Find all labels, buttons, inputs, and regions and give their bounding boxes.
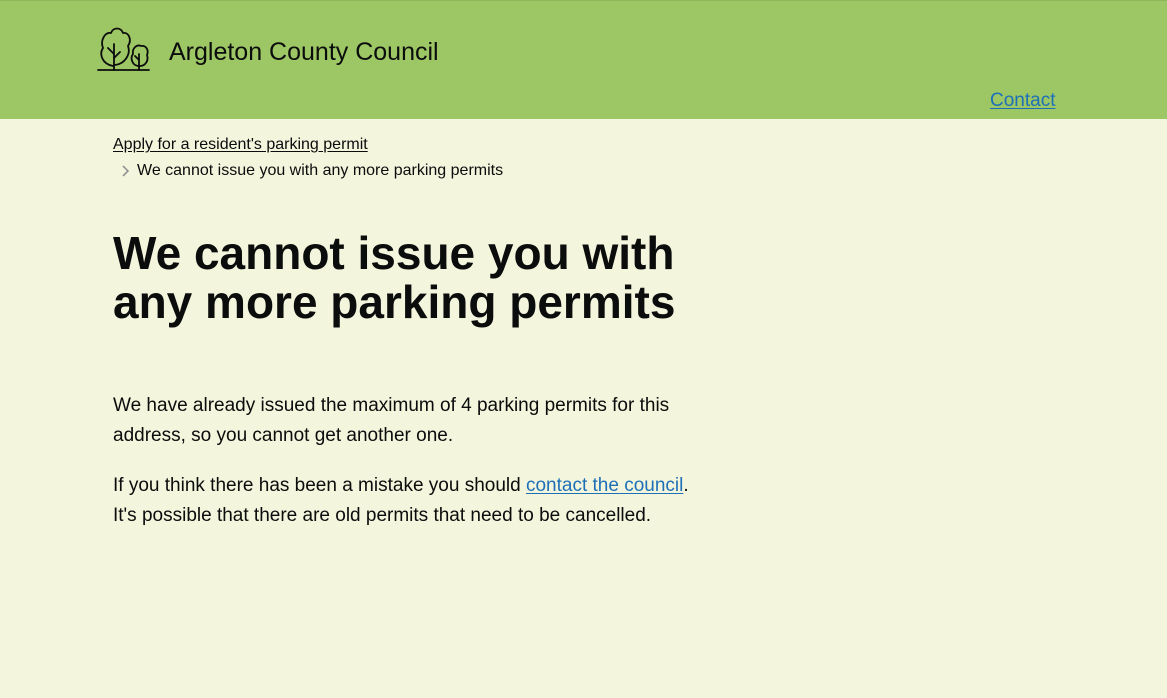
chevron-right-icon bbox=[120, 164, 130, 178]
mistake-paragraph: If you think there has been a mistake yo… bbox=[113, 471, 713, 531]
breadcrumb-parent-link[interactable]: Apply for a resident's parking permit bbox=[113, 134, 368, 156]
contact-link[interactable]: Contact bbox=[990, 87, 1055, 115]
contact-council-link[interactable]: contact the council bbox=[526, 475, 683, 496]
page-title: We cannot issue you with any more parkin… bbox=[113, 227, 676, 328]
breadcrumb-current: We cannot issue you with any more parkin… bbox=[137, 162, 504, 179]
max-permits-paragraph: We have already issued the maximum of 4 … bbox=[113, 395, 670, 446]
service-name[interactable]: Argleton County Council bbox=[169, 35, 439, 69]
mistake-text-before: If you think there has been a mistake yo… bbox=[113, 475, 526, 496]
tree-icon bbox=[97, 24, 151, 72]
site-header: Argleton County Council Contact bbox=[0, 0, 1167, 119]
